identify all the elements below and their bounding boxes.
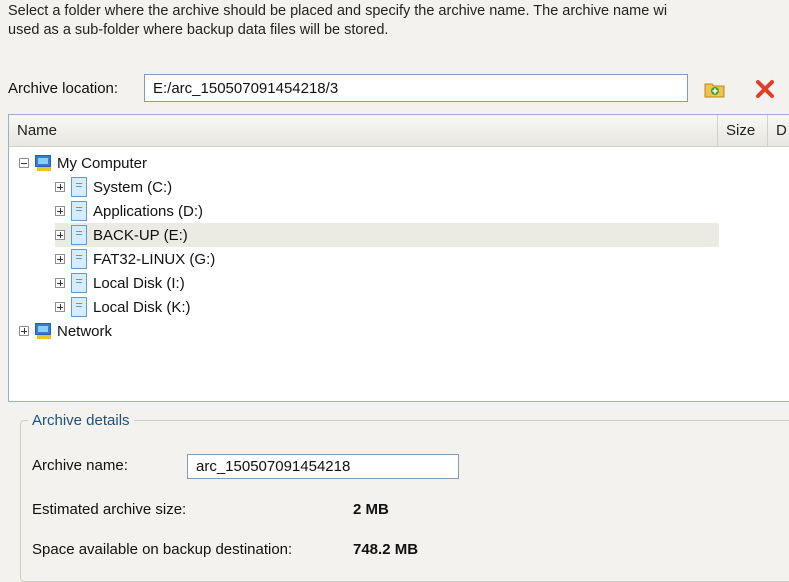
- archive-name-input[interactable]: [187, 454, 459, 479]
- column-header-name[interactable]: Name: [9, 115, 717, 146]
- drive-icon: [71, 249, 87, 269]
- instructions: Select a folder where the archive should…: [8, 2, 789, 40]
- tree-item-drive[interactable]: Local Disk (K:): [55, 295, 191, 319]
- tree-header: Name Size D: [9, 115, 789, 147]
- tree-item-network[interactable]: Network: [19, 319, 112, 343]
- new-folder-icon: [704, 83, 725, 98]
- tree-item-drive[interactable]: System (C:): [55, 175, 172, 199]
- expand-icon[interactable]: [55, 254, 65, 264]
- expand-icon[interactable]: [55, 230, 65, 240]
- collapse-icon[interactable]: [19, 158, 29, 168]
- tree-item-drive[interactable]: FAT32-LINUX (G:): [55, 247, 215, 271]
- tree-item-my-computer[interactable]: My Computer: [19, 151, 147, 175]
- expand-icon[interactable]: [55, 206, 65, 216]
- drive-icon: [71, 273, 87, 293]
- expand-icon[interactable]: [19, 326, 29, 336]
- drive-icon: [71, 225, 87, 245]
- drive-icon: [71, 177, 87, 197]
- expand-icon[interactable]: [55, 182, 65, 192]
- tree-item-label: Applications (D:): [93, 202, 204, 220]
- computer-icon: [35, 154, 53, 172]
- column-header-date[interactable]: D: [767, 115, 789, 146]
- tree-item-label: System (C:): [93, 178, 173, 196]
- folder-tree[interactable]: Name Size D My Computer System (C:) Appl…: [8, 114, 789, 402]
- tree-item-drive-selected[interactable]: BACK-UP (E:): [55, 223, 719, 247]
- delete-icon: [756, 80, 774, 98]
- expand-icon[interactable]: [55, 278, 65, 288]
- archive-location-input[interactable]: [144, 74, 688, 102]
- drive-icon: [71, 201, 87, 221]
- network-icon: [35, 322, 53, 340]
- tree-item-label: BACK-UP (E:): [93, 226, 188, 244]
- new-folder-button[interactable]: [702, 76, 728, 102]
- tree-item-label: Local Disk (K:): [93, 298, 191, 316]
- space-available-label: Space available on backup destination:: [32, 541, 293, 558]
- archive-location-label: Archive location:: [8, 80, 119, 97]
- delete-button[interactable]: [752, 76, 778, 102]
- instructions-line-1: Select a folder where the archive should…: [8, 3, 668, 19]
- column-header-size[interactable]: Size: [717, 115, 767, 146]
- tree-item-drive[interactable]: Applications (D:): [55, 199, 203, 223]
- archive-name-label: Archive name:: [32, 457, 128, 474]
- tree-item-label: My Computer: [57, 154, 148, 172]
- tree-item-drive[interactable]: Local Disk (I:): [55, 271, 185, 295]
- archive-details-title: Archive details: [28, 412, 134, 429]
- space-available-value: 748.2 MB: [353, 541, 419, 558]
- instructions-line-2: used as a sub-folder where backup data f…: [8, 22, 389, 38]
- estimated-size-value: 2 MB: [353, 501, 389, 518]
- tree-item-label: Network: [57, 322, 113, 340]
- tree-item-label: FAT32-LINUX (G:): [93, 250, 216, 268]
- drive-icon: [71, 297, 87, 317]
- tree-item-label: Local Disk (I:): [93, 274, 185, 292]
- estimated-size-label: Estimated archive size:: [32, 501, 187, 518]
- expand-icon[interactable]: [55, 302, 65, 312]
